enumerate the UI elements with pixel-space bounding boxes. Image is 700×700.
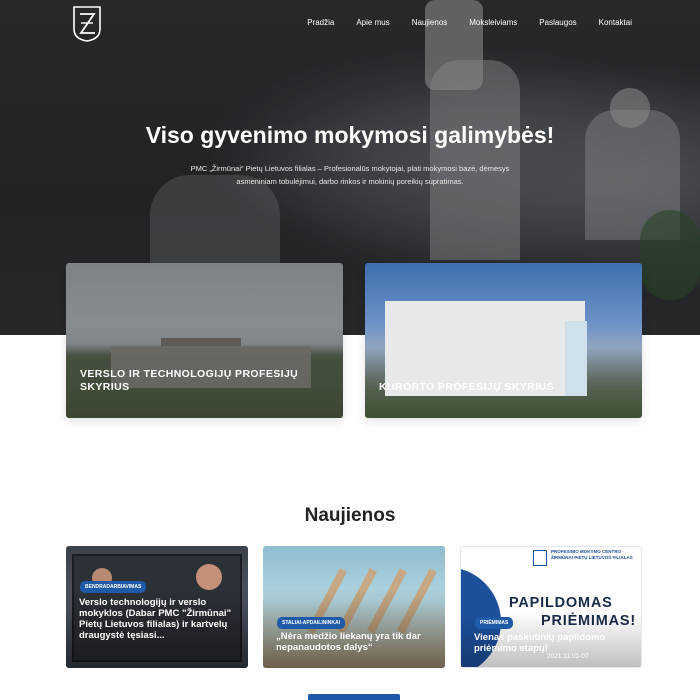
building-image (565, 321, 587, 396)
news-category-badge[interactable]: Staliai-apdailininkai (277, 617, 345, 629)
news-title[interactable]: Verslo technologijų ir verslo mokyklos (… (79, 597, 238, 641)
nav-item-kontaktai[interactable]: Kontaktai (599, 18, 632, 27)
news-image-promo-text: PRIĖMIMAS! (541, 613, 636, 629)
nav-item-apie-mus[interactable]: Apie mus (356, 18, 389, 27)
news-image-org-text: Profesinio mokymo centro Žirmūnai Pietų … (551, 549, 633, 560)
news-image-wood (367, 568, 407, 634)
hero-title: Viso gyvenimo mokymosi galimybės! (145, 122, 555, 148)
news-card[interactable]: Staliai-apdailininkai „Nėra medžio lieka… (263, 546, 445, 668)
department-card-resort[interactable]: Kurorto profesijų skyrius (365, 263, 642, 418)
zirmunai-logo-icon (533, 550, 547, 566)
news-title[interactable]: „Nėra medžio liekanų yra tik dar nepanau… (276, 631, 435, 653)
hero-bg-figure (430, 60, 520, 260)
more-news-button[interactable] (308, 694, 400, 700)
news-image-promo-text: PAPILDOMAS (509, 595, 613, 611)
hero-bg-figure (150, 175, 280, 265)
hero-subtitle: PMC „Žirmūnai“ Pietų Lietuvos filialas –… (190, 164, 510, 186)
nav-item-naujienos[interactable]: Naujienos (412, 18, 448, 27)
zirmunai-logo-icon[interactable] (72, 5, 102, 43)
news-heading: Naujienos (304, 505, 396, 526)
department-label: Verslo ir technologijų profesijų skyrius (80, 368, 299, 393)
nav-item-paslaugos[interactable]: Paslaugos (539, 18, 576, 27)
news-image-wood (397, 568, 437, 634)
department-card-business-tech[interactable]: Verslo ir technologijų profesijų skyrius (66, 263, 343, 418)
news-category-badge[interactable]: Priėmimas (475, 617, 514, 629)
hero-bg-chef-hat (425, 0, 483, 90)
news-date: 2021.11.01-07 (547, 653, 589, 660)
nav-item-moksleiviams[interactable]: Moksleiviams (469, 18, 517, 27)
main-nav: Pradžia Apie mus Naujienos Moksleiviams … (285, 18, 632, 27)
hero-bg-plant (640, 210, 700, 300)
news-category-badge[interactable]: Bendradarbiavimas (80, 581, 147, 593)
news-card[interactable]: Profesinio mokymo centro Žirmūnai Pietų … (460, 546, 642, 668)
news-image-person (196, 564, 222, 590)
news-card[interactable]: Bendradarbiavimas Verslo technologijų ir… (66, 546, 248, 668)
nav-item-pradzia[interactable]: Pradžia (307, 18, 334, 27)
news-title[interactable]: Vienas paskutinių papildomo priėmimo eta… (474, 632, 631, 654)
department-label: Kurorto profesijų skyrius (379, 381, 554, 393)
